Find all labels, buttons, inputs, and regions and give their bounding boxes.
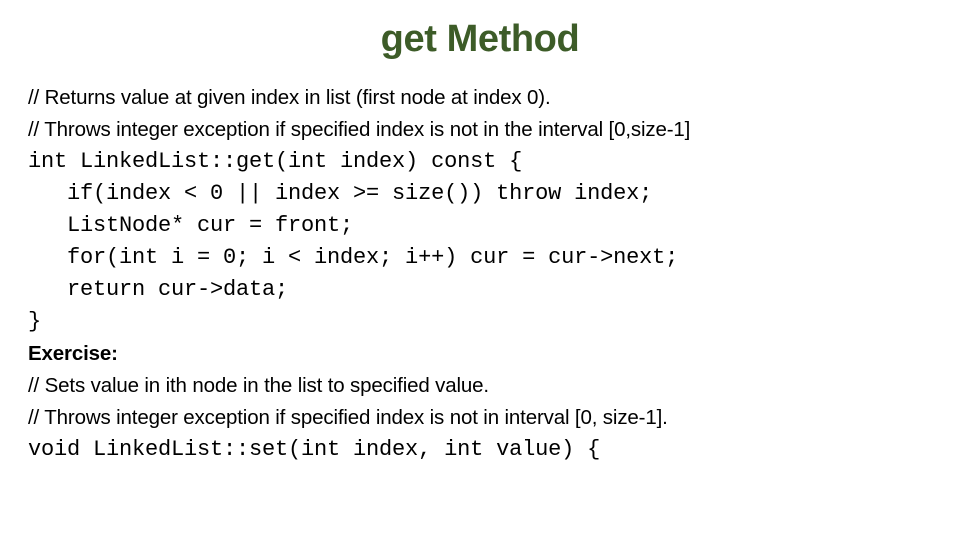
body-line: // Throws integer exception if specified… bbox=[28, 118, 691, 141]
code-line: if(index < 0 || index >= size()) throw i… bbox=[28, 181, 653, 206]
page-title: get Method bbox=[380, 18, 580, 60]
code-line: } bbox=[28, 309, 42, 334]
code-line: for(int i = 0; i < index; i++) cur = cur… bbox=[28, 245, 679, 270]
body-line: // Sets value in ith node in the list to… bbox=[28, 374, 489, 397]
slide-canvas: get Method // Returns value at given ind… bbox=[0, 0, 960, 540]
slide-body: // Returns value at given index in list … bbox=[28, 82, 932, 466]
code-line: void LinkedList::set(int index, int valu… bbox=[28, 437, 601, 462]
code-line: ListNode* cur = front; bbox=[28, 213, 354, 238]
body-line: // Throws integer exception if specified… bbox=[28, 406, 668, 429]
body-line: // Returns value at given index in list … bbox=[28, 86, 551, 109]
exercise-heading: Exercise: bbox=[28, 342, 118, 365]
code-line: return cur->data; bbox=[28, 277, 289, 302]
code-line: int LinkedList::get(int index) const { bbox=[28, 149, 523, 174]
